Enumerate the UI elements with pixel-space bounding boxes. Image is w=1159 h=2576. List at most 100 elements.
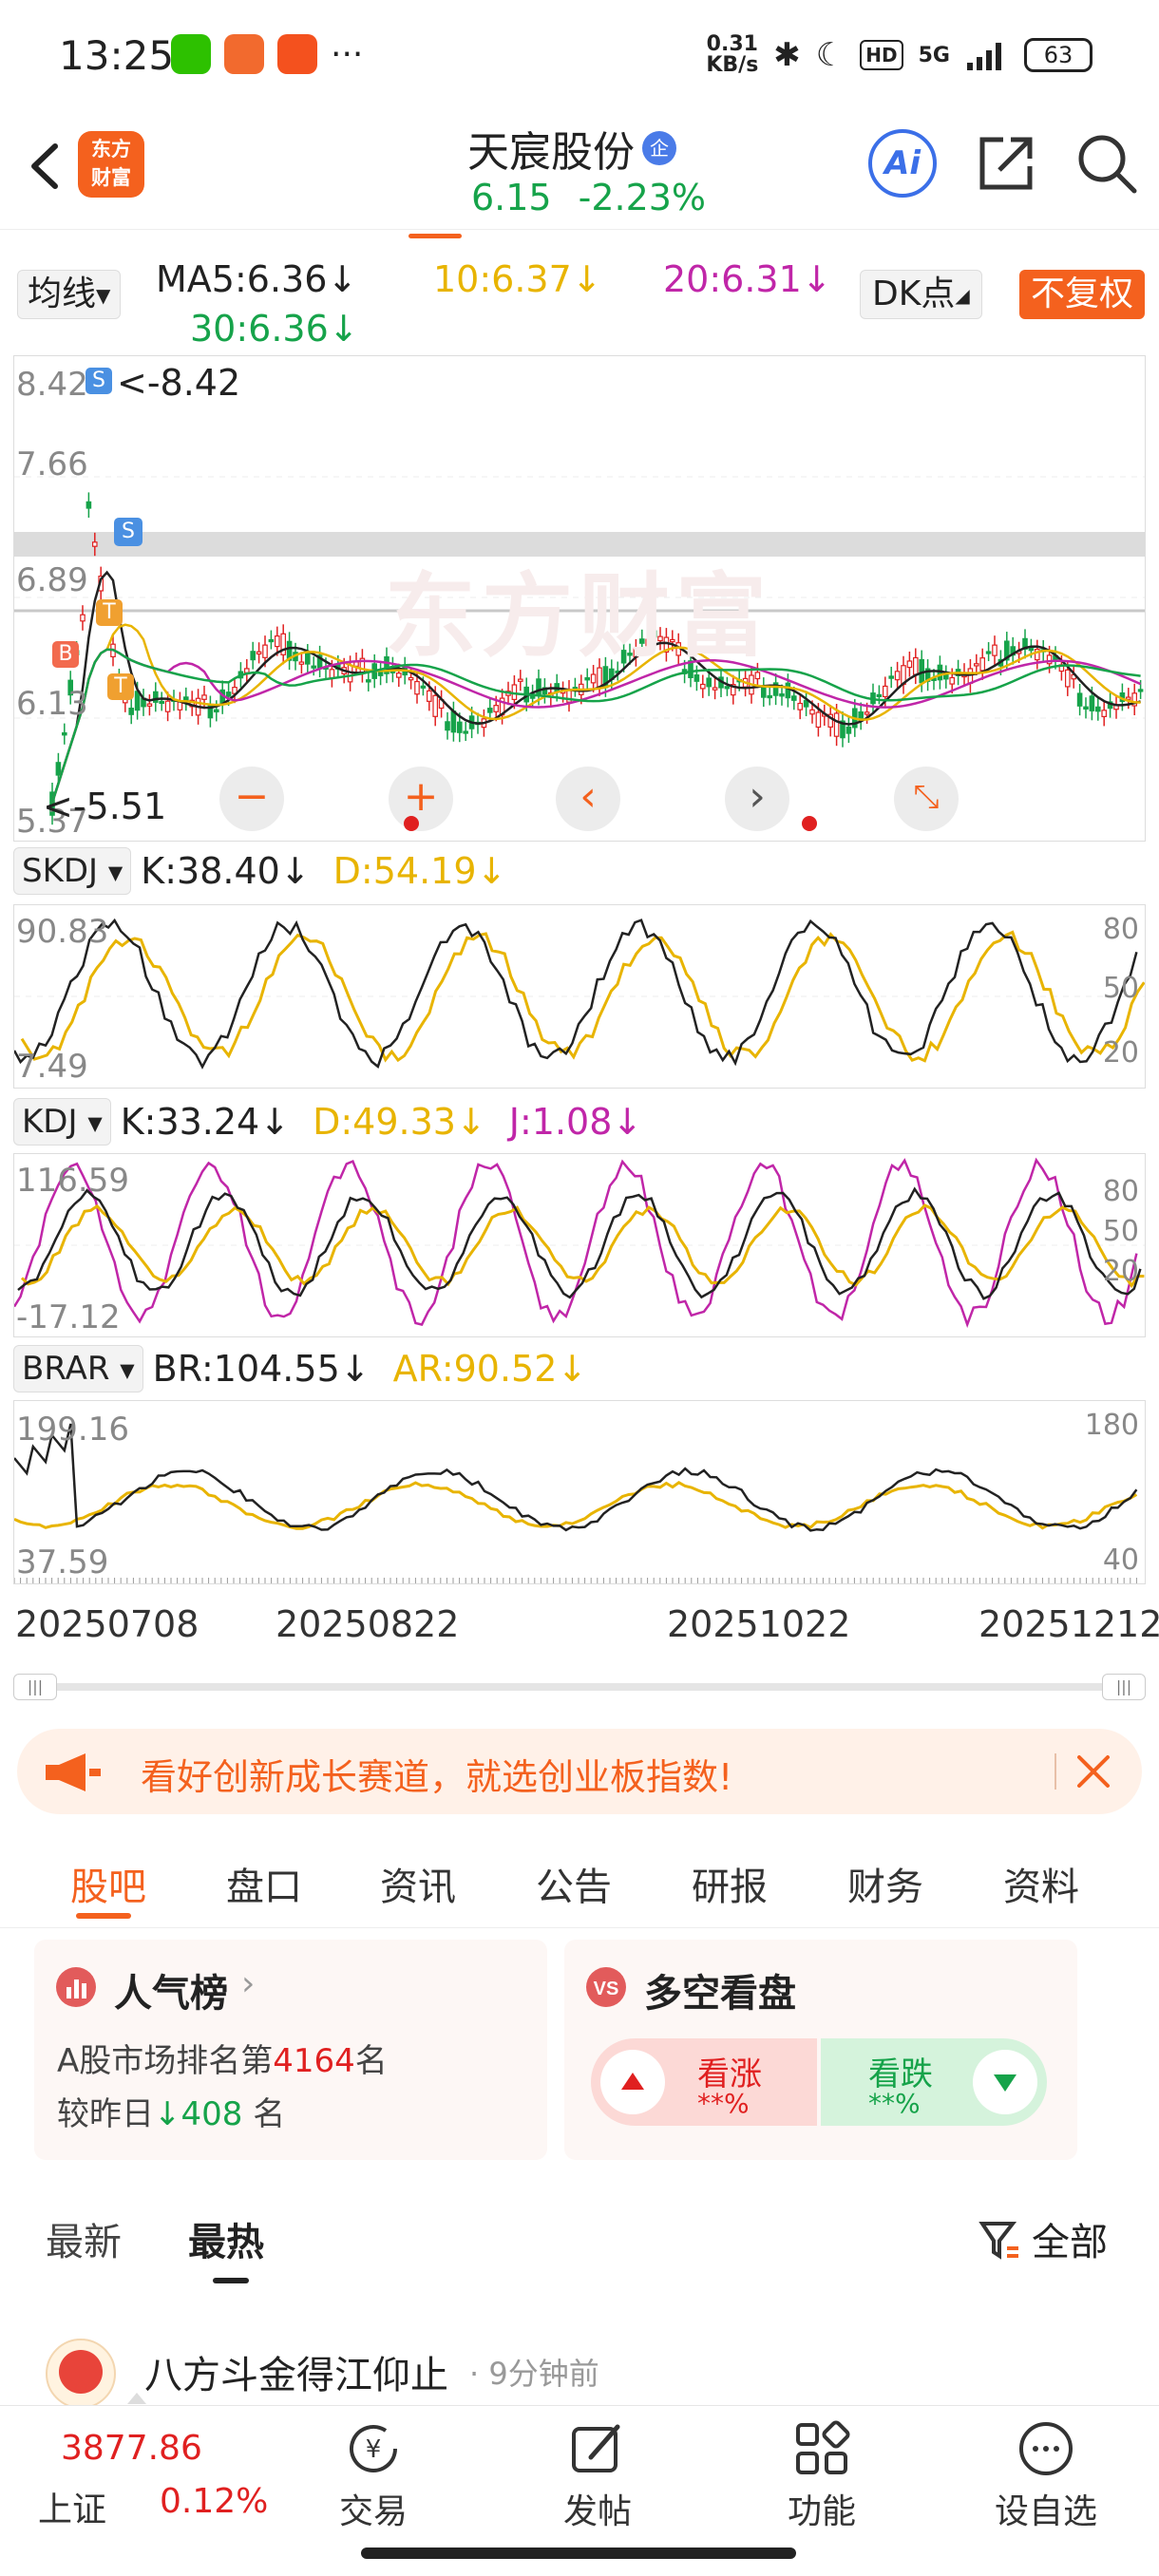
brar-selector[interactable]: BRAR ▼ — [13, 1345, 143, 1392]
dk-point-button[interactable]: DK点◢ — [860, 270, 982, 319]
candle-body — [864, 711, 870, 715]
candle-body — [366, 679, 371, 683]
zoom-in-button[interactable]: + — [389, 767, 453, 831]
skdj-svg — [14, 918, 1145, 1070]
kdj-chart[interactable]: 116.59 -17.12 80 50 20 — [13, 1153, 1146, 1337]
candle-body — [256, 651, 262, 655]
kdj-svg — [14, 1157, 1145, 1329]
candle-body — [876, 693, 883, 698]
scroll-handle-left[interactable]: ||| — [13, 1674, 57, 1700]
skdj-chart[interactable]: 90.83 7.49 80 50 20 — [13, 904, 1146, 1089]
trade-button[interactable]: ¥ 交易 — [312, 2419, 435, 2533]
tab-profile[interactable]: 资料 — [1003, 1856, 1079, 1911]
kdj-k: K:33.24↓ — [120, 1101, 291, 1143]
popularity-title: 人气榜 — [114, 1972, 228, 2016]
post-button[interactable]: 发帖 — [536, 2419, 659, 2533]
filter-label: 全部 — [1032, 2221, 1108, 2264]
candle-body — [1064, 669, 1071, 688]
watchlist-button[interactable]: 设自选 — [984, 2419, 1108, 2533]
kline-chart[interactable]: 8.42 7.66 6.89 6.13 5.37 <-8.42 <-5.51 东… — [13, 355, 1146, 842]
search-icon[interactable] — [1075, 132, 1138, 195]
compose-icon — [572, 2424, 620, 2472]
zoom-in-dot — [404, 816, 419, 831]
watchlist-label: 设自选 — [994, 2492, 1097, 2531]
ma10-value: 10:6.37↓ — [433, 258, 602, 300]
brar-chart[interactable]: 199.16 37.59 180 40 — [13, 1400, 1146, 1584]
watermark: 东方财富 — [385, 563, 772, 670]
zoom-out-button[interactable]: − — [219, 767, 284, 831]
ai-button[interactable]: Ai — [868, 129, 937, 198]
adjust-toggle[interactable]: 不复权 — [1019, 270, 1146, 319]
candle-body — [1076, 692, 1083, 707]
svg-text:VS: VS — [594, 1979, 619, 1999]
share-icon[interactable] — [975, 132, 1037, 195]
post-author[interactable]: 八方斗金得江仰止 — [144, 2344, 448, 2399]
scroll-handle-right[interactable]: ||| — [1102, 1674, 1146, 1700]
brar-selector-label: BRAR — [22, 1350, 110, 1388]
avatar[interactable] — [46, 2333, 133, 2409]
bullish-value: **% — [697, 2088, 750, 2119]
ma-selector[interactable]: 均线▼ — [17, 270, 122, 319]
notification-icons: ··· — [171, 34, 363, 74]
pan-left-button[interactable]: ‹ — [556, 767, 620, 831]
candle-body — [1101, 710, 1108, 718]
candle-body — [420, 685, 427, 689]
home-indicator — [361, 2548, 796, 2559]
candle-body — [268, 638, 275, 643]
sort-hottest[interactable]: 最热 — [188, 2211, 264, 2266]
logo-text-2: 财富 — [91, 166, 131, 189]
eastmoney-logo[interactable]: 东方 财富 — [78, 131, 144, 198]
brar-ar: AR:90.52↓ — [392, 1348, 588, 1390]
candle-body — [973, 663, 979, 667]
y-label-3: 6.89 — [16, 561, 88, 599]
filter-icon — [978, 2222, 1018, 2260]
candle-body — [414, 680, 420, 695]
dropdown-caret-icon: ▼ — [107, 861, 124, 884]
tab-finance[interactable]: 财务 — [847, 1856, 923, 1911]
message-app-icon — [277, 34, 317, 74]
skdj-y-top: 90.83 — [16, 913, 109, 951]
filter-button[interactable]: 全部 — [978, 2211, 1108, 2266]
tab-research[interactable]: 研报 — [692, 1856, 768, 1911]
low-marker: <-5.51 — [43, 786, 167, 827]
chart-range-scrollbar[interactable]: ||| ||| — [13, 1674, 1146, 1700]
content-tabs: 股吧 盘口 资讯 公告 研报 财务 资料 — [0, 1833, 1159, 1928]
kdj-selector[interactable]: KDJ ▼ — [13, 1098, 111, 1146]
bearish-value: **% — [868, 2088, 921, 2119]
candle-body — [305, 653, 311, 665]
sell-marker-2: S — [114, 518, 142, 546]
battery-icon: 63 — [1024, 38, 1092, 72]
sort-newest[interactable]: 最新 — [46, 2211, 122, 2266]
date-label-3: 20251022 — [667, 1603, 851, 1645]
index-value[interactable]: 3877.86 — [61, 2429, 202, 2468]
bullish-button[interactable]: 看涨 **% — [591, 2038, 817, 2126]
brar-y-top: 199.16 — [16, 1411, 129, 1449]
candle-body — [882, 685, 888, 698]
back-icon[interactable] — [21, 133, 68, 199]
candle-body — [590, 673, 597, 684]
bearish-button[interactable]: 看跌 **% — [821, 2038, 1047, 2126]
pan-right-button[interactable]: › — [725, 767, 789, 831]
buy-marker: B — [52, 641, 79, 668]
brar-ref-40: 40 — [1102, 1544, 1139, 1577]
tab-pankou[interactable]: 盘口 — [226, 1856, 302, 1911]
functions-button[interactable]: 功能 — [760, 2419, 884, 2533]
tab-news[interactable]: 资讯 — [380, 1856, 456, 1911]
candle-body — [80, 614, 86, 622]
tab-announcements[interactable]: 公告 — [536, 1856, 612, 1911]
tab-guba[interactable]: 股吧 — [70, 1856, 146, 1911]
bullbear-title: 多空看盘 — [644, 1972, 796, 2016]
dropdown-caret-icon: ▼ — [120, 1358, 135, 1382]
candle-body — [487, 708, 493, 713]
candle-body — [1028, 648, 1035, 652]
fullscreen-icon[interactable]: ⤡ — [894, 767, 959, 831]
candle-body — [942, 673, 949, 680]
close-icon[interactable] — [1074, 1752, 1113, 1791]
skdj-selector[interactable]: SKDJ ▼ — [13, 847, 132, 895]
promo-banner[interactable]: 看好创新成长赛道，就选创业板指数! — [17, 1729, 1142, 1814]
dropdown-caret-icon: ▼ — [87, 1111, 103, 1135]
popularity-card[interactable]: 人气榜 › A股市场排名第4164名 较昨日↓408 名 — [34, 1940, 547, 2160]
candle-body — [493, 705, 500, 712]
candle-body — [846, 726, 852, 734]
t-marker: T — [96, 599, 123, 626]
